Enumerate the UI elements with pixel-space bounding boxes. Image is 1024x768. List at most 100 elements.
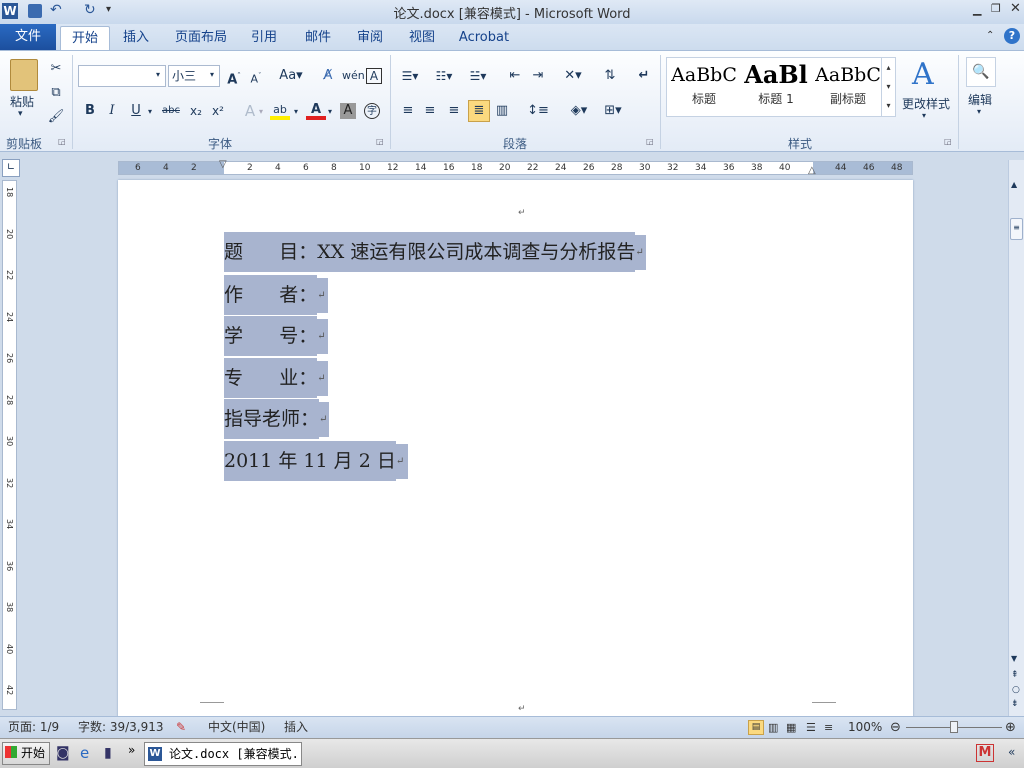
grow-font-icon[interactable]: Aˆ bbox=[224, 66, 244, 87]
decrease-indent-icon[interactable]: ⇤ bbox=[505, 66, 525, 86]
restore-icon[interactable]: ❐ bbox=[991, 2, 1001, 15]
minimize-icon[interactable]: ▁ bbox=[973, 3, 981, 16]
tab-view[interactable]: 视图 bbox=[402, 26, 442, 50]
styles-launcher-icon[interactable]: ◲ bbox=[944, 137, 952, 146]
paste-button-label[interactable]: 粘贴 bbox=[10, 93, 34, 110]
phonetic-guide-icon[interactable]: wén bbox=[342, 66, 365, 86]
draft-view-icon[interactable]: ≡ bbox=[824, 717, 833, 738]
paste-icon[interactable] bbox=[10, 59, 38, 91]
font-color-dropdown-icon[interactable]: ▾ bbox=[328, 107, 332, 116]
close-icon[interactable]: ✕ bbox=[1010, 1, 1021, 16]
editing-dropdown-icon[interactable]: ▾ bbox=[977, 107, 981, 116]
scroll-down-icon[interactable]: ▼ bbox=[1011, 654, 1017, 663]
customize-quick-access-icon[interactable]: ▾ bbox=[106, 4, 111, 15]
font-name-dropdown[interactable] bbox=[78, 65, 166, 87]
underline-dropdown-icon[interactable]: ▾ bbox=[148, 107, 152, 116]
previous-page-icon[interactable]: ⇞ bbox=[1011, 670, 1019, 680]
proofing-icon[interactable]: ✎ bbox=[176, 717, 186, 738]
right-indent-marker[interactable]: △ bbox=[808, 165, 816, 176]
tab-insert[interactable]: 插入 bbox=[116, 26, 156, 50]
doc-line-major[interactable]: 专 业：↵ bbox=[224, 358, 328, 398]
numbering-icon[interactable]: ☷▾ bbox=[432, 66, 456, 86]
justify-icon[interactable]: ≣ bbox=[468, 100, 490, 122]
tab-review[interactable]: 审阅 bbox=[350, 26, 390, 50]
tab-page-layout[interactable]: 页面布局 bbox=[170, 26, 232, 50]
scroll-up-icon[interactable]: ▲ bbox=[1011, 180, 1017, 189]
highlight-icon[interactable]: ab bbox=[270, 100, 290, 120]
insert-mode[interactable]: 插入 bbox=[284, 717, 308, 738]
change-styles-dropdown-icon[interactable]: ▾ bbox=[922, 111, 926, 120]
quick-launch-icon[interactable]: ◙ bbox=[56, 745, 70, 761]
multilevel-list-icon[interactable]: ☱▾ bbox=[466, 66, 490, 86]
doc-line-author[interactable]: 作 者：↵ bbox=[224, 275, 328, 315]
align-center-icon[interactable]: ≡ bbox=[420, 101, 440, 121]
clear-formatting-icon[interactable]: A̸ bbox=[318, 66, 338, 86]
horizontal-ruler[interactable]: 6 4 2 2 4 6 8 10 12 14 16 18 20 22 24 26 28 30 32 34 36 38 40 4… bbox=[118, 159, 913, 176]
redo-icon[interactable]: ↻ bbox=[84, 2, 96, 18]
change-case-icon[interactable]: Aa▾ bbox=[278, 66, 304, 86]
shrink-font-icon[interactable]: Aˇ bbox=[246, 66, 266, 86]
zoom-in-icon[interactable]: ⊕ bbox=[1005, 717, 1016, 738]
tab-mailings[interactable]: 邮件 bbox=[298, 26, 338, 50]
help-icon[interactable]: ? bbox=[1004, 28, 1020, 44]
font-launcher-icon[interactable]: ◲ bbox=[376, 137, 384, 146]
bullets-icon[interactable]: ☰▾ bbox=[398, 66, 422, 86]
font-size-dropdown-arrow-icon[interactable]: ▾ bbox=[210, 70, 214, 79]
scroll-thumb[interactable]: ≡ bbox=[1010, 218, 1023, 240]
internet-explorer-icon[interactable]: e bbox=[80, 744, 89, 762]
vertical-scrollbar[interactable]: ▲ ≡ ▼ ⇞ ○ ⇟ bbox=[1008, 160, 1024, 716]
tray-app-icon[interactable]: M bbox=[976, 744, 994, 762]
font-name-dropdown-arrow-icon[interactable]: ▾ bbox=[156, 70, 160, 79]
distributed-icon[interactable]: ▥ bbox=[492, 101, 512, 121]
text-effects-icon[interactable]: A bbox=[240, 101, 260, 121]
borders-icon[interactable]: ⊞▾ bbox=[600, 101, 626, 121]
show-hide-marks-icon[interactable]: ↵ bbox=[634, 66, 654, 86]
language[interactable]: 中文(中国) bbox=[208, 717, 265, 738]
doc-line-student-id[interactable]: 学 号：↵ bbox=[224, 316, 328, 356]
subscript-icon[interactable]: x₂ bbox=[186, 101, 206, 121]
next-page-icon[interactable]: ⇟ bbox=[1011, 699, 1019, 709]
zoom-level[interactable]: 100% bbox=[848, 717, 882, 738]
tray-expand-icon[interactable]: « bbox=[1008, 745, 1015, 759]
print-layout-view-icon[interactable]: ▤ bbox=[748, 720, 764, 735]
align-right-icon[interactable]: ≡ bbox=[444, 101, 464, 121]
save-icon[interactable] bbox=[28, 4, 42, 18]
doc-line-advisor[interactable]: 指导老师：↵ bbox=[224, 399, 330, 439]
first-line-indent-marker[interactable]: ▽ bbox=[219, 159, 227, 170]
more-quick-launch-icon[interactable]: » bbox=[128, 743, 135, 757]
line-spacing-icon[interactable]: ↕≡ bbox=[526, 101, 550, 121]
clipboard-launcher-icon[interactable]: ◲ bbox=[58, 137, 66, 146]
italic-icon[interactable]: I bbox=[102, 101, 122, 121]
align-left-icon[interactable]: ≡ bbox=[398, 101, 418, 121]
cut-icon[interactable]: ✂ bbox=[46, 59, 66, 79]
character-shading-icon[interactable]: A bbox=[340, 103, 356, 119]
taskbar-word-window[interactable]: 论文.docx [兼容模式... bbox=[144, 742, 302, 766]
format-painter-icon[interactable]: 🖌 bbox=[46, 107, 66, 127]
doc-line-title[interactable]: 题 目：XX 速运有限公司成本调查与分析报告↵ bbox=[224, 232, 646, 272]
editing-label[interactable]: 编辑 bbox=[968, 91, 992, 108]
sort-icon[interactable]: ⇅ bbox=[600, 66, 620, 86]
character-border-icon[interactable]: A bbox=[366, 68, 382, 84]
page-count[interactable]: 页面: 1/9 bbox=[8, 717, 59, 738]
enclose-characters-icon[interactable]: 字 bbox=[364, 103, 380, 119]
word-app-icon[interactable]: W bbox=[2, 3, 18, 19]
increase-indent-icon[interactable]: ⇥ bbox=[528, 66, 548, 86]
style-title[interactable]: AaBbC 标题 bbox=[669, 60, 739, 112]
styles-gallery-scroll[interactable]: ▴ ▾ ▾ bbox=[881, 58, 895, 116]
underline-icon[interactable]: U bbox=[126, 101, 146, 121]
copy-icon[interactable]: ⧉ bbox=[46, 83, 66, 103]
text-effects-dropdown-icon[interactable]: ▾ bbox=[259, 107, 263, 116]
web-layout-icon[interactable]: ▦ bbox=[786, 717, 796, 738]
zoom-slider-thumb[interactable] bbox=[950, 721, 958, 733]
undo-icon[interactable]: ↶ bbox=[50, 2, 62, 18]
style-subtitle[interactable]: AaBbC 副标题 bbox=[813, 60, 883, 112]
style-heading1[interactable]: AaBl 标题 1 bbox=[741, 60, 811, 112]
browse-object-icon[interactable]: ○ bbox=[1012, 685, 1020, 695]
highlight-dropdown-icon[interactable]: ▾ bbox=[294, 107, 298, 116]
chinese-layout-icon[interactable]: ✕▾ bbox=[560, 66, 586, 86]
tab-references[interactable]: 引用 bbox=[244, 26, 284, 50]
collapse-ribbon-icon[interactable]: ⌃ bbox=[986, 30, 994, 41]
tab-home[interactable]: 开始 bbox=[60, 26, 110, 50]
quick-launch-icon[interactable]: ▮ bbox=[104, 745, 112, 761]
tab-file[interactable]: 文件 bbox=[0, 24, 56, 50]
